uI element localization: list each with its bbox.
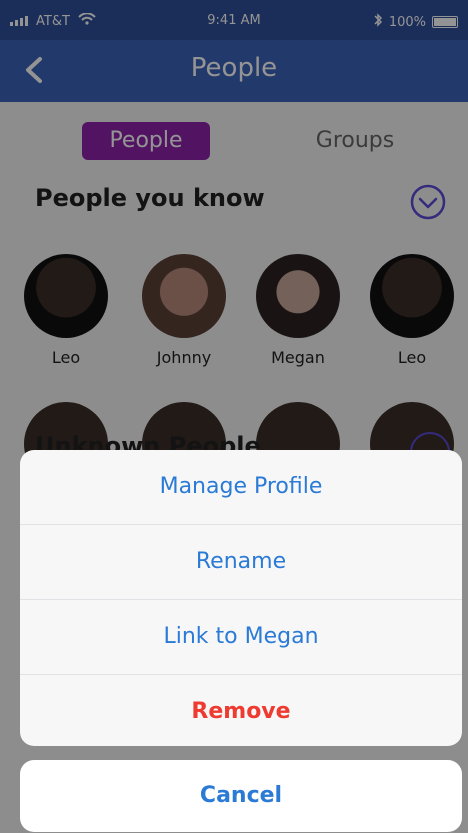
link-to-megan-button[interactable]: Link to Megan — [20, 600, 462, 675]
action-sheet: Manage Profile Rename Link to Megan Remo… — [20, 450, 462, 746]
remove-button[interactable]: Remove — [20, 675, 462, 746]
cancel-button[interactable]: Cancel — [20, 760, 462, 832]
manage-profile-button[interactable]: Manage Profile — [20, 450, 462, 525]
rename-button[interactable]: Rename — [20, 525, 462, 600]
